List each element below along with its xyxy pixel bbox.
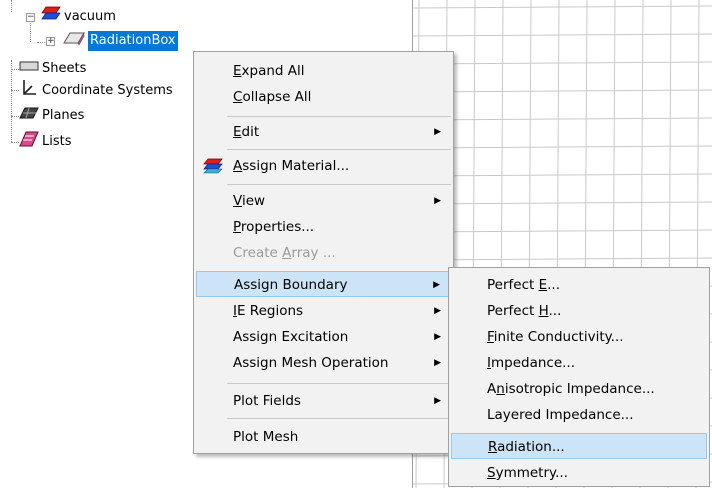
grid-line: [413, 33, 712, 37]
menu-item-symmetry[interactable]: Symmetry...: [451, 460, 707, 486]
menu-item-assign-boundary[interactable]: Assign Boundary ▶: [196, 271, 451, 297]
menu-item-perfect-h[interactable]: Perfect H...: [451, 298, 707, 324]
grid-line: [413, 257, 712, 261]
context-menu: Expand All Collapse All Edit ▶ Assign Ma…: [193, 51, 454, 454]
grid-line: [413, 117, 712, 121]
tree-item-label: Lists: [42, 134, 72, 149]
tree-item-label: Coordinate Systems: [42, 83, 173, 98]
tree-item-vacuum[interactable]: vacuum: [40, 5, 118, 30]
tree-item-label: RadiationBox: [88, 31, 178, 51]
menu-separator: [227, 184, 451, 185]
menu-item-collapse-all[interactable]: Collapse All: [196, 84, 451, 110]
menu-item-edit[interactable]: Edit ▶: [196, 119, 451, 145]
grid-line: [413, 89, 712, 93]
menu-item-ie-regions[interactable]: IE Regions ▶: [196, 298, 451, 324]
grid-line: [413, 5, 712, 9]
material-icon: [203, 157, 223, 185]
tree-item-coordinate-systems[interactable]: Coordinate Systems: [18, 79, 175, 104]
grid-line: [413, 201, 712, 205]
assign-boundary-submenu: Perfect E... Perfect H... Finite Conduct…: [448, 267, 710, 487]
tree-item-label: Planes: [42, 108, 85, 123]
tree-connector: [11, 0, 12, 12]
menu-item-expand-all[interactable]: Expand All: [196, 58, 451, 84]
material-red-blue-icon: [40, 5, 62, 30]
tree-item-planes[interactable]: Planes: [18, 106, 86, 126]
menu-separator: [227, 418, 451, 419]
submenu-arrow-icon: ▶: [434, 396, 441, 406]
menu-item-perfect-e[interactable]: Perfect E...: [451, 272, 707, 298]
menu-item-layered-impedance[interactable]: Layered Impedance...: [451, 402, 707, 428]
grid-line: [413, 61, 712, 65]
menu-separator: [227, 149, 451, 150]
tree-connector: [30, 20, 31, 42]
tree-item-sheets[interactable]: Sheets: [18, 59, 88, 79]
menu-item-assign-mesh-operation[interactable]: Assign Mesh Operation ▶: [196, 350, 451, 376]
menu-item-create-array: Create Array ...: [233, 245, 336, 261]
axes-icon: [18, 79, 40, 104]
menu-item-view[interactable]: View ▶: [196, 188, 451, 214]
list-icon: [18, 130, 40, 155]
submenu-arrow-icon: ▶: [434, 127, 441, 137]
menu-item-radiation[interactable]: Radiation...: [451, 433, 707, 459]
tree-item-radiationbox[interactable]: RadiationBox: [60, 31, 178, 51]
menu-item-assign-excitation[interactable]: Assign Excitation ▶: [196, 324, 451, 350]
menu-item-finite-conductivity[interactable]: Finite Conductivity...: [451, 324, 707, 350]
submenu-arrow-icon: ▶: [434, 306, 441, 316]
menu-item-properties[interactable]: Properties...: [196, 214, 451, 240]
sheet-icon: [18, 58, 40, 81]
grid-line: [413, 229, 712, 233]
tree-item-label: Sheets: [42, 61, 87, 76]
menu-item-assign-material[interactable]: Assign Material...: [196, 153, 451, 179]
collapse-toggle-vacuum[interactable]: −: [26, 13, 35, 22]
plane-icon: [18, 105, 40, 128]
grid-line: [413, 145, 712, 149]
submenu-arrow-icon: ▶: [434, 332, 441, 342]
grid-line: [413, 173, 712, 177]
tree-connector: [11, 60, 12, 142]
menu-separator: [227, 116, 451, 117]
tree-item-label: vacuum: [64, 9, 116, 24]
menu-item-impedance[interactable]: Impedance...: [451, 350, 707, 376]
expand-toggle-radiationbox[interactable]: +: [46, 37, 55, 46]
submenu-arrow-icon: ▶: [433, 280, 440, 290]
box-object-icon: [60, 29, 88, 54]
menu-item-plot-mesh[interactable]: Plot Mesh: [196, 424, 451, 450]
submenu-arrow-icon: ▶: [434, 196, 441, 206]
menu-separator: [227, 383, 451, 384]
menu-item-anisotropic-impedance[interactable]: Anisotropic Impedance...: [451, 376, 707, 402]
submenu-arrow-icon: ▶: [434, 358, 441, 368]
tree-item-lists[interactable]: Lists: [18, 130, 74, 155]
menu-item-plot-fields[interactable]: Plot Fields ▶: [196, 388, 451, 414]
